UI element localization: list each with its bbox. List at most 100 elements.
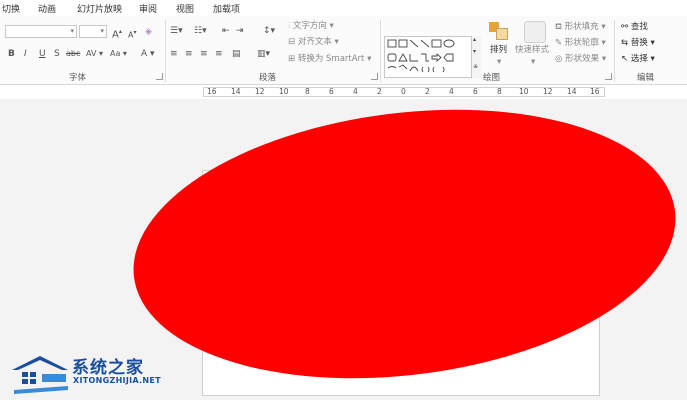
menu-slideshow[interactable]: 幻灯片放映 — [77, 2, 122, 15]
find-button[interactable]: ⚯ 查找 — [621, 21, 648, 33]
smartart-label: 转换为 SmartArt — [297, 54, 365, 64]
chevron-down-icon[interactable]: ▾ — [497, 56, 501, 68]
rounded-rect-shape-icon — [387, 53, 397, 62]
paint-bucket-icon: ⛾ — [555, 22, 562, 32]
ruler-label: 16 — [590, 87, 600, 96]
change-case-button[interactable]: Aa ▾ — [110, 48, 127, 60]
align-center-icon[interactable]: ≡ — [185, 48, 193, 60]
chevron-down-icon: ▾ — [100, 27, 104, 35]
pentagon-shape-icon — [443, 53, 454, 62]
arc-shape-icon — [409, 66, 419, 72]
brace-right-shape-icon — [427, 66, 430, 73]
elbow-connector-icon — [409, 54, 418, 62]
ruler-label: 4 — [353, 87, 358, 96]
replace-button[interactable]: ⇆ 替换 ▾ — [621, 37, 655, 49]
line-shape-icon — [409, 39, 419, 48]
align-text-button[interactable]: ⊟ 对齐文本 ▾ — [288, 36, 339, 48]
replace-label: 替换 — [630, 38, 648, 48]
chevron-down-icon[interactable]: ▾ — [473, 48, 476, 55]
smartart-button[interactable]: ⊞ 转换为 SmartArt ▾ — [288, 53, 371, 65]
line-spacing-icon[interactable]: ↕▾ — [263, 25, 275, 37]
ruler-label: 10 — [519, 87, 529, 96]
shapes-gallery-scroll[interactable]: ▴ ▾ ≚ — [471, 36, 481, 78]
increase-indent-icon[interactable]: ⇥ — [236, 25, 244, 37]
strikethrough-button[interactable]: abc — [66, 48, 80, 60]
shape-effects-button[interactable]: ◎ 形状效果 ▾ — [555, 53, 606, 65]
char-spacing-label: AV — [86, 49, 97, 58]
oval-shape-icon — [443, 39, 455, 48]
ruler-label: 2 — [425, 87, 430, 96]
chevron-up-icon[interactable]: ▴ — [473, 36, 476, 43]
group-divider — [614, 20, 615, 82]
shape-fill-label: 形状填充 — [564, 22, 599, 32]
font-name-combo[interactable]: ▾ — [5, 25, 77, 38]
arrow-line-shape-icon — [420, 39, 430, 48]
chevron-down-icon: ▾ — [70, 27, 74, 35]
arrange-icon[interactable] — [489, 22, 509, 40]
editing-group-label: 编辑 — [637, 73, 655, 83]
font-color-button[interactable]: A ▾ — [141, 48, 155, 60]
triangle-shape-icon — [398, 53, 408, 62]
text-direction-label: 文字方向 — [292, 21, 327, 31]
menu-transitions[interactable]: 切换 — [2, 2, 20, 15]
font-dialog-launcher[interactable] — [156, 73, 163, 80]
italic-button[interactable]: I — [24, 48, 27, 60]
quick-styles-icon[interactable] — [524, 21, 546, 43]
text-direction-button[interactable]: ⫶ 文字方向 ▾ — [288, 20, 334, 32]
arrange-button[interactable]: 排列 — [490, 44, 507, 56]
justify-icon[interactable]: ≡ — [215, 48, 223, 60]
underline-button[interactable]: U — [39, 48, 46, 60]
paragraph-group-label: 段落 — [259, 73, 277, 83]
step-connector-icon — [421, 53, 429, 62]
select-button[interactable]: ↖ 选择 ▾ — [621, 53, 655, 65]
drawing-dialog-launcher[interactable] — [605, 73, 612, 80]
ruler-label: 16 — [207, 87, 217, 96]
select-label: 选择 — [630, 54, 648, 64]
menu-review[interactable]: 审阅 — [139, 2, 157, 15]
font-color-label: A — [141, 49, 148, 59]
font-size-combo[interactable]: ▾ — [79, 25, 107, 38]
font-group-label: 字体 — [69, 73, 87, 83]
horizontal-ruler[interactable]: 16 14 12 10 8 6 4 2 0 2 4 6 8 10 12 14 1… — [203, 87, 605, 97]
char-spacing-button[interactable]: AV ▾ — [86, 48, 103, 60]
rectangle-shape-icon — [431, 39, 442, 48]
menu-addins[interactable]: 加载项 — [213, 2, 240, 15]
clear-format-icon[interactable]: ◈ — [145, 26, 152, 38]
shrink-font-button[interactable]: A▾ — [128, 27, 137, 42]
ruler-label: 10 — [279, 87, 289, 96]
decrease-indent-icon[interactable]: ⇤ — [222, 25, 230, 37]
columns-icon[interactable]: ▥▾ — [257, 48, 270, 60]
grow-font-button[interactable]: A▴ — [112, 26, 122, 41]
find-label: 查找 — [630, 22, 648, 32]
drawing-group-label: 绘图 — [483, 73, 501, 83]
chevron-down-icon[interactable]: ▾ — [531, 56, 535, 68]
shapes-gallery[interactable] — [384, 36, 480, 78]
numbering-icon[interactable]: ☷▾ — [194, 25, 207, 37]
menu-animations[interactable]: 动画 — [38, 2, 56, 15]
align-right-icon[interactable]: ≡ — [200, 48, 208, 60]
cursor-icon: ↖ — [621, 54, 629, 64]
ruler-label: 8 — [305, 87, 310, 96]
text-direction-icon: ⫶ — [288, 21, 291, 31]
quick-styles-button[interactable]: 快速样式 — [515, 44, 549, 56]
group-divider — [380, 20, 381, 82]
right-arrow-shape-icon — [431, 53, 442, 62]
ruler-label: 14 — [567, 87, 577, 96]
shape-outline-button[interactable]: ✎ 形状轮廓 ▾ — [555, 37, 606, 49]
align-left-icon[interactable]: ≡ — [170, 48, 178, 60]
ruler-label: 6 — [473, 87, 478, 96]
ruler-label: 12 — [543, 87, 553, 96]
shape-effects-label: 形状效果 — [565, 54, 600, 64]
ribbon: ▾ ▾ A▴ A▾ ◈ B I U S abc AV ▾ Aa ▾ A ▾ 字体… — [0, 16, 687, 85]
shape-fill-button[interactable]: ⛾ 形状填充 ▾ — [555, 21, 606, 33]
bold-button[interactable]: B — [8, 48, 15, 60]
distributed-icon[interactable]: ▤ — [232, 48, 241, 60]
gallery-more-icon[interactable]: ≚ — [473, 64, 478, 71]
paragraph-dialog-launcher[interactable] — [371, 73, 378, 80]
binoculars-icon: ⚯ — [621, 22, 629, 32]
bullets-icon[interactable]: ☰▾ — [170, 25, 183, 37]
shadow-button[interactable]: S — [54, 48, 60, 60]
bracket-right-shape-icon — [442, 66, 445, 73]
menu-view[interactable]: 视图 — [176, 2, 194, 15]
align-text-icon: ⊟ — [288, 37, 296, 47]
